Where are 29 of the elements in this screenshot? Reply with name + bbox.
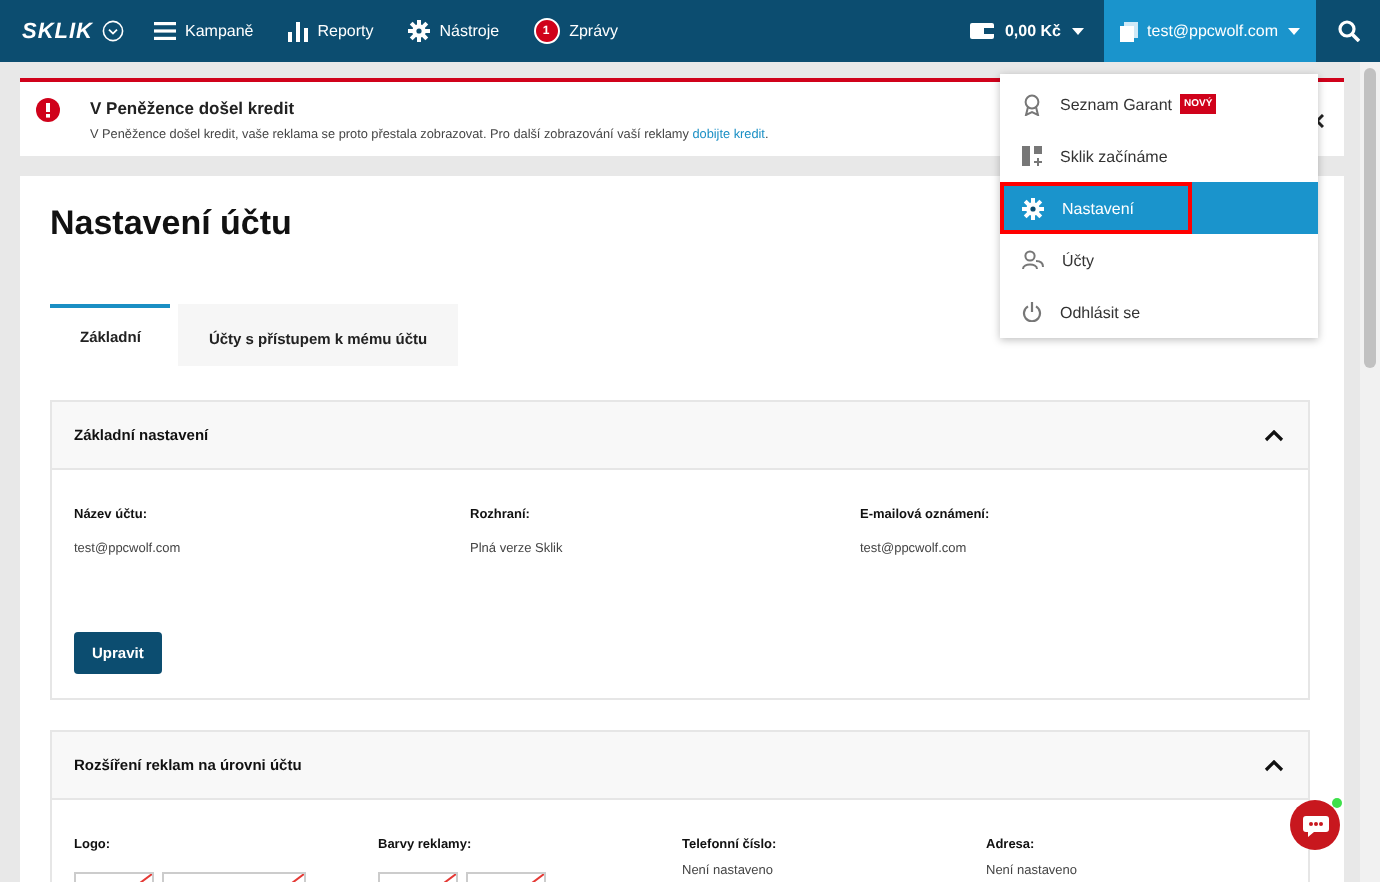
page-title: Nastavení účtu	[50, 204, 292, 244]
caret-icon	[1288, 27, 1300, 35]
menu-icon	[153, 22, 175, 40]
menu-item[interactable]: Účty	[1000, 234, 1318, 286]
scrollbar-thumb[interactable]	[1364, 68, 1376, 368]
sklik-logo[interactable]: SKLIK	[22, 19, 93, 43]
document-icon	[1119, 21, 1138, 41]
bar-chart-icon	[287, 21, 308, 41]
people-icon	[1022, 250, 1044, 270]
search-icon	[1337, 20, 1359, 42]
power-icon	[1022, 302, 1042, 322]
wallet-button[interactable]: 0,00 Kč	[950, 0, 1104, 62]
caret-icon	[1071, 27, 1084, 35]
gear-icon	[407, 20, 430, 42]
gear-icon	[1022, 197, 1044, 219]
dropdown-circle-icon	[101, 20, 123, 42]
nav-link[interactable]: Nástroje	[407, 20, 500, 42]
menu-item[interactable]: Sklik začínáme	[1000, 130, 1318, 182]
award-icon	[1022, 93, 1042, 115]
scrollbar[interactable]	[1360, 62, 1380, 882]
nav-link[interactable]: Kampaně	[153, 22, 254, 40]
alert-title: V Peněžence došel kredit	[90, 98, 295, 118]
blocks-icon	[1022, 146, 1042, 166]
nav-link[interactable]: Reporty	[287, 21, 374, 41]
error-icon	[36, 98, 60, 122]
menu-item[interactable]: Odhlásit se	[1000, 286, 1318, 338]
wallet-icon	[970, 22, 995, 40]
chat-bubble-icon	[1301, 813, 1329, 837]
online-dot	[1332, 798, 1342, 808]
